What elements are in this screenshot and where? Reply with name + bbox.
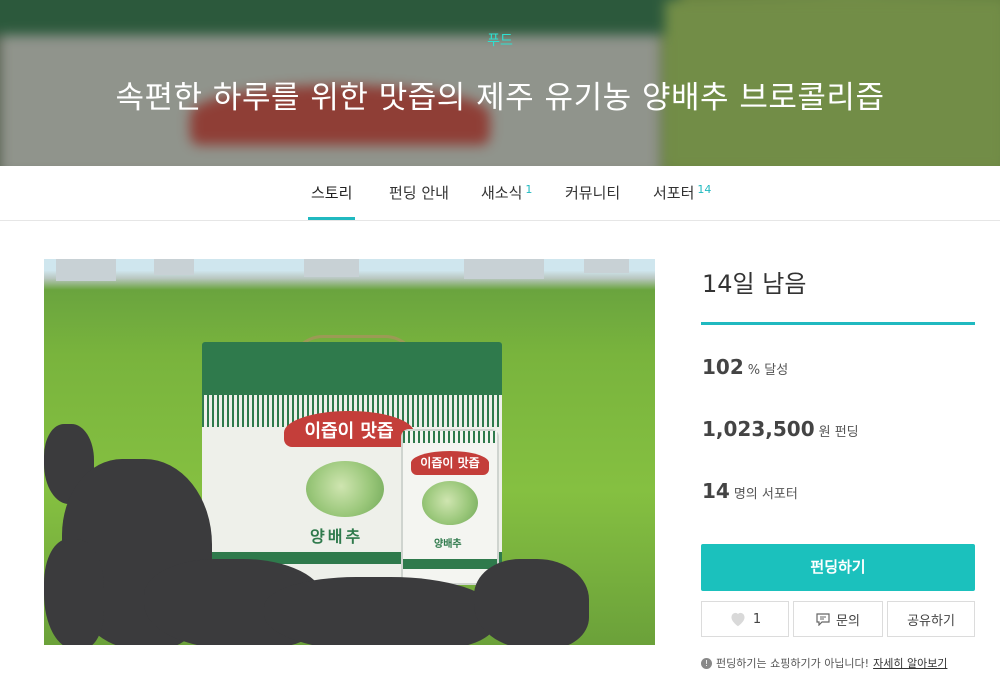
funded-unit: 원 펀딩 (818, 425, 859, 440)
inquiry-label: 문의 (836, 613, 860, 629)
hero-banner: 푸드 속편한 하루를 위한 맛즙의 제주 유기농 양배추 브로콜리즙 (0, 0, 1000, 166)
box-brand-label: 이즙이 맛즙 (304, 421, 394, 442)
funding-progress-bar (701, 322, 975, 325)
tab-supporters[interactable]: 서포터 14 (653, 182, 711, 203)
funding-progress-fill (701, 322, 975, 325)
cabbage-illustration (306, 461, 384, 517)
notice-text: 펀딩하기는 쇼핑하기가 아닙니다! (716, 657, 870, 670)
project-title: 속편한 하루를 위한 맛즙의 제주 유기농 양배추 브로콜리즙 (115, 80, 885, 116)
news-count-badge: 1 (525, 183, 533, 196)
achievement-value: 102 (702, 355, 744, 379)
tab-bar: 스토리 펀딩 안내 새소식 1 커뮤니티 서포터 14 (0, 166, 1000, 221)
tab-story[interactable]: 스토리 (311, 182, 352, 203)
box-product-name: 양배추 (310, 527, 364, 546)
achievement-rate: 102% 달성 (702, 355, 788, 379)
funding-notice: ! 펀딩하기는 쇼핑하기가 아닙니다! 자세히 알아보기 (701, 655, 947, 671)
inquiry-button[interactable]: 문의 (793, 601, 883, 637)
supporter-unit: 명의 서포터 (733, 487, 798, 502)
learn-more-link[interactable]: 자세히 알아보기 (873, 655, 947, 671)
funded-amount: 1,023,500 원 펀딩 (702, 417, 859, 441)
fund-button[interactable]: 펀딩하기 (701, 544, 975, 591)
pouch-brand-label: 이즙이 맛즙 (420, 456, 480, 470)
heart-icon (731, 612, 745, 627)
active-tab-indicator (308, 217, 355, 220)
pouch-product-name: 양배추 (434, 539, 462, 550)
funded-value: 1,023,500 (702, 417, 815, 441)
supporter-value: 14 (702, 479, 730, 503)
chat-bubble-icon (816, 612, 830, 626)
achievement-unit: % 달성 (747, 363, 789, 378)
info-icon: ! (701, 657, 712, 669)
product-image: 이즙이 맛즙 양배추 이즙이 맛즙 양배추 (44, 259, 655, 645)
supporter-count: 14 명의 서포터 (702, 479, 798, 503)
like-button[interactable]: 1 (701, 601, 789, 637)
share-label: 공유하기 (907, 613, 955, 629)
tab-news[interactable]: 새소식 1 (481, 182, 532, 203)
tab-funding-guide[interactable]: 펀딩 안내 (389, 182, 449, 203)
days-remaining: 14일 남음 (702, 270, 807, 298)
supporter-count-badge: 14 (697, 183, 712, 196)
share-button[interactable]: 공유하기 (887, 601, 975, 637)
tab-community[interactable]: 커뮤니티 (565, 182, 620, 203)
category-label[interactable]: 푸드 (0, 30, 1000, 50)
like-count: 1 (752, 611, 762, 627)
